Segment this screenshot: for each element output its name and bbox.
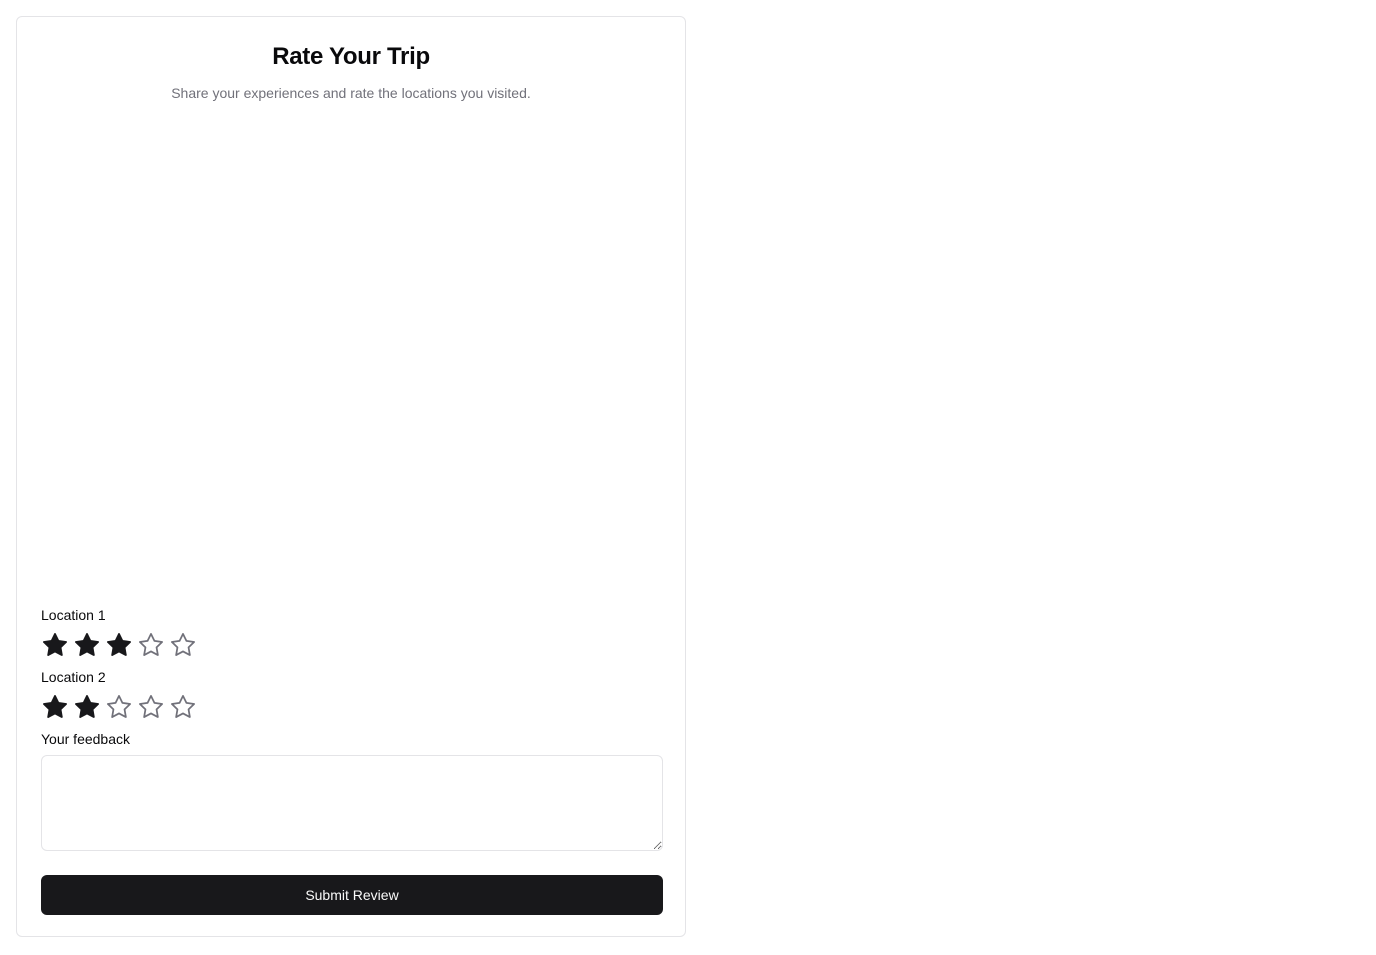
location-rating-2: Location 2 — [41, 667, 661, 723]
star-filled-icon[interactable] — [105, 631, 133, 659]
location-label: Location 2 — [41, 669, 106, 685]
star-outline-icon[interactable] — [169, 631, 197, 659]
feedback-label: Your feedback — [41, 731, 130, 747]
page-title: Rate Your Trip — [272, 43, 430, 70]
card-header: Rate Your Trip Share your experiences an… — [17, 41, 685, 103]
star-filled-icon[interactable] — [41, 693, 69, 721]
star-outline-icon[interactable] — [105, 693, 133, 721]
star-outline-icon[interactable] — [169, 693, 197, 721]
review-form: Location 1 Location 2 Your feedback Subm… — [41, 605, 663, 915]
review-card: Rate Your Trip Share your experiences an… — [16, 16, 686, 937]
star-filled-icon[interactable] — [41, 631, 69, 659]
location-label: Location 1 — [41, 607, 106, 623]
page-subtitle: Share your experiences and rate the loca… — [171, 85, 531, 101]
star-filled-icon[interactable] — [73, 693, 101, 721]
star-rating — [41, 629, 661, 661]
feedback-textarea[interactable] — [41, 755, 663, 851]
submit-review-button[interactable]: Submit Review — [41, 875, 663, 915]
star-filled-icon[interactable] — [73, 631, 101, 659]
star-rating — [41, 691, 661, 723]
star-outline-icon[interactable] — [137, 693, 165, 721]
star-outline-icon[interactable] — [137, 631, 165, 659]
location-rating-1: Location 1 — [41, 605, 661, 661]
